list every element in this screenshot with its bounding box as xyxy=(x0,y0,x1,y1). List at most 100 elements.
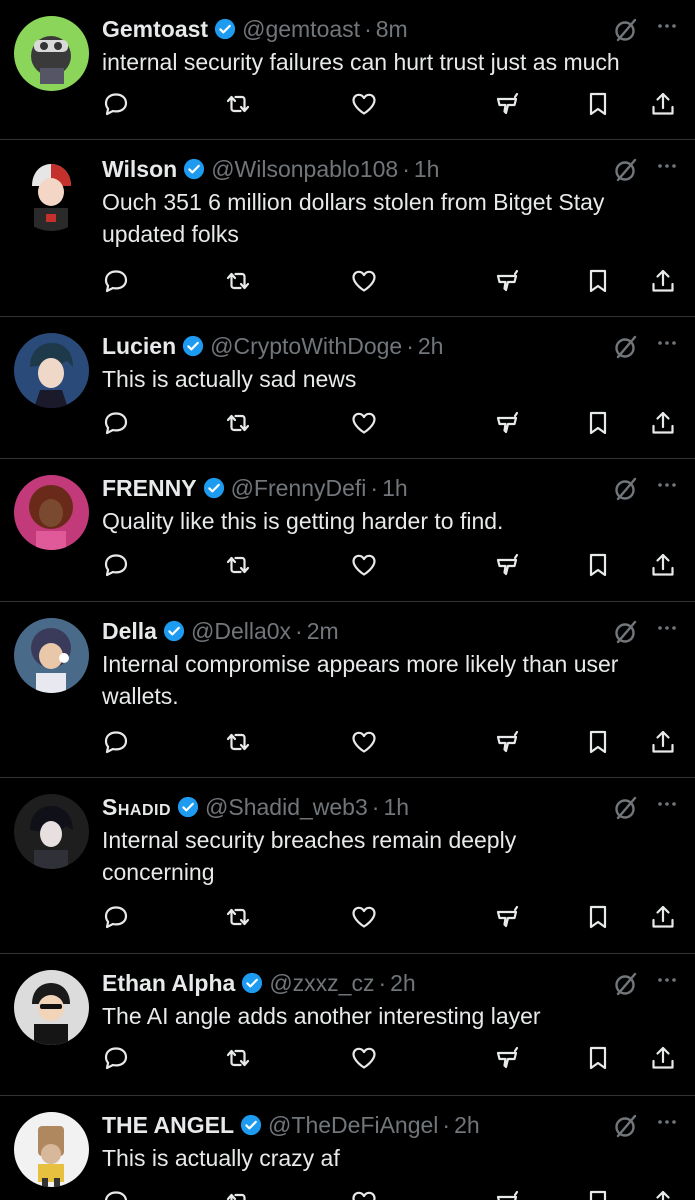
more-options-icon[interactable] xyxy=(655,14,679,38)
repost-button[interactable] xyxy=(224,90,254,120)
tweet[interactable]: Shadid @Shadid_web3 · 1h Internal securi… xyxy=(0,778,695,954)
repost-button[interactable] xyxy=(224,1044,254,1074)
view-stats-button[interactable] xyxy=(494,90,524,120)
user-handle[interactable]: @TheDeFiAngel xyxy=(268,1110,438,1140)
more-options-icon[interactable] xyxy=(655,616,679,640)
like-button[interactable] xyxy=(350,90,380,120)
like-button[interactable] xyxy=(350,409,380,439)
reply-button[interactable] xyxy=(102,90,132,120)
user-handle[interactable]: @Wilsonpablo108 xyxy=(211,154,398,184)
grok-icon[interactable] xyxy=(613,334,639,360)
repost-button[interactable] xyxy=(224,551,254,581)
share-button[interactable] xyxy=(649,267,679,297)
timestamp[interactable]: 2h xyxy=(390,968,416,998)
like-button[interactable] xyxy=(350,551,380,581)
user-handle[interactable]: @gemtoast xyxy=(242,14,360,44)
share-button[interactable] xyxy=(649,90,679,120)
reply-button[interactable] xyxy=(102,551,132,581)
bookmark-button[interactable] xyxy=(584,1188,614,1200)
display-name[interactable]: Della xyxy=(102,616,157,646)
avatar[interactable] xyxy=(14,970,89,1045)
view-stats-button[interactable] xyxy=(494,728,524,758)
reply-button[interactable] xyxy=(102,1044,132,1074)
user-handle[interactable]: @CryptoWithDoge xyxy=(210,331,402,361)
view-stats-button[interactable] xyxy=(494,1044,524,1074)
view-stats-button[interactable] xyxy=(494,551,524,581)
tweet[interactable]: Ethan Alpha @zxxz_cz · 2h The AI angle a… xyxy=(0,954,695,1096)
user-handle[interactable]: @Shadid_web3 xyxy=(205,792,368,822)
grok-icon[interactable] xyxy=(613,17,639,43)
user-handle[interactable]: @zxxz_cz xyxy=(269,968,374,998)
display-name[interactable]: Lucien xyxy=(102,331,176,361)
grok-icon[interactable] xyxy=(613,971,639,997)
tweet[interactable]: Lucien @CryptoWithDoge · 2h This is actu… xyxy=(0,317,695,459)
reply-button[interactable] xyxy=(102,409,132,439)
reply-button[interactable] xyxy=(102,267,132,297)
display-name[interactable]: Wilson xyxy=(102,154,177,184)
timestamp[interactable]: 2h xyxy=(418,331,444,361)
reply-button[interactable] xyxy=(102,903,132,933)
share-button[interactable] xyxy=(649,1044,679,1074)
display-name[interactable]: FRENNY xyxy=(102,473,197,503)
tweet[interactable]: Wilson @Wilsonpablo108 · 1h Ouch 351 6 m… xyxy=(0,140,695,317)
grok-icon[interactable] xyxy=(613,476,639,502)
grok-icon[interactable] xyxy=(613,619,639,645)
user-handle[interactable]: @FrennyDefi xyxy=(231,473,367,503)
avatar[interactable] xyxy=(14,618,89,693)
like-button[interactable] xyxy=(350,903,380,933)
more-options-icon[interactable] xyxy=(655,968,679,992)
like-button[interactable] xyxy=(350,1188,380,1200)
timestamp[interactable]: 1h xyxy=(382,473,408,503)
more-options-icon[interactable] xyxy=(655,331,679,355)
share-button[interactable] xyxy=(649,409,679,439)
more-options-icon[interactable] xyxy=(655,1110,679,1134)
reply-button[interactable] xyxy=(102,1188,132,1200)
timestamp[interactable]: 8m xyxy=(376,14,408,44)
more-options-icon[interactable] xyxy=(655,473,679,497)
like-button[interactable] xyxy=(350,728,380,758)
tweet[interactable]: THE ANGEL @TheDeFiAngel · 2h This is act… xyxy=(0,1096,695,1200)
bookmark-button[interactable] xyxy=(584,90,614,120)
timestamp[interactable]: 2h xyxy=(454,1110,480,1140)
avatar[interactable] xyxy=(14,1112,89,1187)
share-button[interactable] xyxy=(649,728,679,758)
avatar[interactable] xyxy=(14,16,89,91)
bookmark-button[interactable] xyxy=(584,903,614,933)
view-stats-button[interactable] xyxy=(494,267,524,297)
tweet[interactable]: Gemtoast @gemtoast · 8m internal securit… xyxy=(0,0,695,140)
avatar[interactable] xyxy=(14,475,89,550)
more-options-icon[interactable] xyxy=(655,154,679,178)
display-name[interactable]: THE ANGEL xyxy=(102,1110,234,1140)
grok-icon[interactable] xyxy=(613,157,639,183)
tweet[interactable]: Della @Della0x · 2m Internal compromise … xyxy=(0,602,695,778)
like-button[interactable] xyxy=(350,267,380,297)
user-handle[interactable]: @Della0x xyxy=(191,616,291,646)
bookmark-button[interactable] xyxy=(584,409,614,439)
timestamp[interactable]: 2m xyxy=(307,616,339,646)
repost-button[interactable] xyxy=(224,1188,254,1200)
view-stats-button[interactable] xyxy=(494,1188,524,1200)
tweet[interactable]: FRENNY @FrennyDefi · 1h Quality like thi… xyxy=(0,459,695,602)
grok-icon[interactable] xyxy=(613,795,639,821)
share-button[interactable] xyxy=(649,551,679,581)
view-stats-button[interactable] xyxy=(494,903,524,933)
share-button[interactable] xyxy=(649,1188,679,1200)
timestamp[interactable]: 1h xyxy=(414,154,440,184)
timestamp[interactable]: 1h xyxy=(383,792,409,822)
bookmark-button[interactable] xyxy=(584,551,614,581)
bookmark-button[interactable] xyxy=(584,267,614,297)
bookmark-button[interactable] xyxy=(584,728,614,758)
display-name[interactable]: Ethan Alpha xyxy=(102,968,235,998)
more-options-icon[interactable] xyxy=(655,792,679,816)
repost-button[interactable] xyxy=(224,728,254,758)
reply-button[interactable] xyxy=(102,728,132,758)
avatar[interactable] xyxy=(14,794,89,869)
repost-button[interactable] xyxy=(224,409,254,439)
display-name[interactable]: Shadid xyxy=(102,792,171,822)
share-button[interactable] xyxy=(649,903,679,933)
view-stats-button[interactable] xyxy=(494,409,524,439)
display-name[interactable]: Gemtoast xyxy=(102,14,208,44)
grok-icon[interactable] xyxy=(613,1113,639,1139)
bookmark-button[interactable] xyxy=(584,1044,614,1074)
repost-button[interactable] xyxy=(224,903,254,933)
